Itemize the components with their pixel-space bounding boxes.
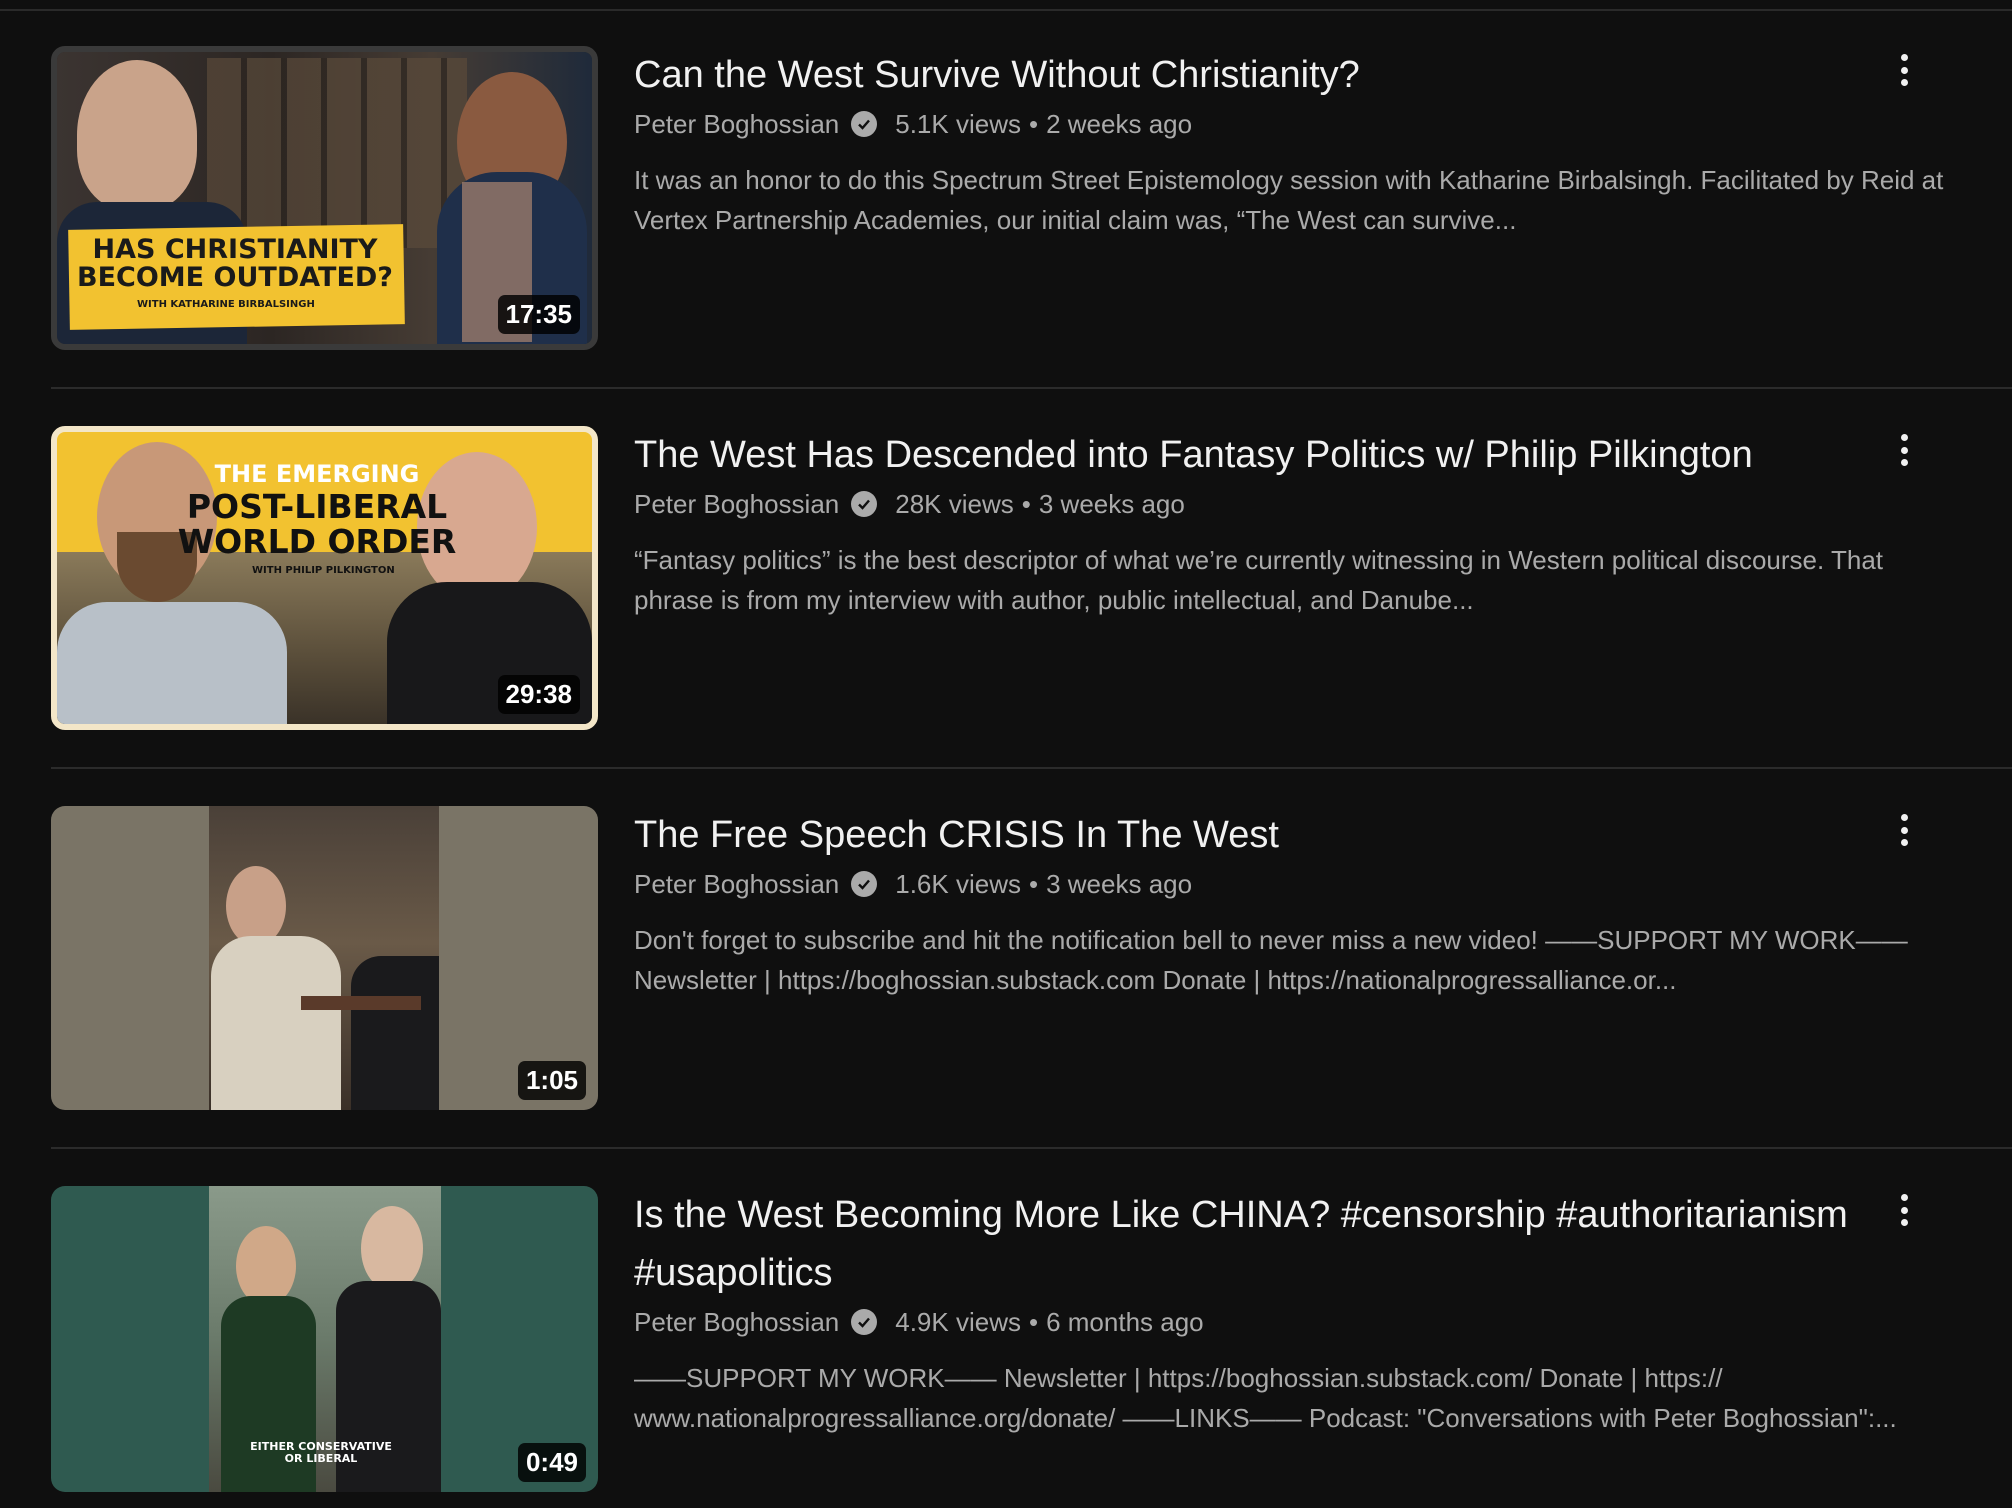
channel-name[interactable]: Peter Boghossian [634, 1302, 839, 1342]
thumbnail-caption: HAS CHRISTIANITY BECOME OUTDATED? [77, 234, 393, 294]
video-info: The West Has Descended into Fantasy Poli… [634, 426, 1994, 620]
video-thumbnail[interactable]: HAS CHRISTIANITY BECOME OUTDATED? WITH K… [51, 46, 598, 350]
thumbnail-caption: POST-LIBERAL WORLD ORDER [177, 487, 457, 561]
channel-name[interactable]: Peter Boghossian [634, 104, 839, 144]
upload-age: 3 weeks ago [1046, 869, 1193, 899]
row-divider [51, 387, 2012, 389]
video-meta: Peter Boghossian 28K views • 3 weeks ago [634, 484, 1994, 524]
video-info: Can the West Survive Without Christianit… [634, 46, 1994, 240]
thumbnail-caption-top: THE EMERGING [214, 460, 420, 488]
video-meta: Peter Boghossian 5.1K views • 2 weeks ag… [634, 104, 1994, 144]
verified-check-icon [851, 871, 878, 897]
video-duration: 0:49 [517, 1443, 586, 1482]
more-vertical-icon[interactable] [1889, 808, 1919, 852]
upload-age: 3 weeks ago [1038, 489, 1185, 519]
upload-age: 6 months ago [1046, 1307, 1204, 1337]
separator-dot: • [1028, 869, 1039, 899]
video-title[interactable]: The West Has Descended into Fantasy Poli… [634, 426, 1894, 484]
thumbnail-subcaption: WITH PHILIP PILKINGTON [252, 565, 395, 576]
channel-name[interactable]: Peter Boghossian [634, 864, 839, 904]
view-count: 4.9K views [895, 1307, 1021, 1337]
channel-name[interactable]: Peter Boghossian [634, 484, 839, 524]
video-meta: Peter Boghossian 1.6K views • 3 weeks ag… [634, 864, 1994, 904]
video-meta: Peter Boghossian 4.9K views • 6 months a… [634, 1302, 1994, 1342]
video-description: It was an honor to do this Spectrum Stre… [634, 165, 1944, 235]
row-divider [51, 767, 2012, 769]
video-duration: 29:38 [497, 675, 580, 714]
video-duration: 1:05 [517, 1061, 586, 1100]
video-duration: 17:35 [497, 295, 580, 334]
video-description: “Fantasy politics” is the best descripto… [634, 545, 1884, 615]
top-divider [0, 9, 2012, 11]
video-info: The Free Speech CRISIS In The West Peter… [634, 806, 1994, 1000]
more-vertical-icon[interactable] [1889, 1188, 1919, 1232]
verified-check-icon [851, 491, 878, 517]
separator-dot: • [1028, 1307, 1039, 1337]
video-thumbnail[interactable]: 1:05 [51, 806, 598, 1110]
thumbnail-subcaption: WITH KATHARINE BIRBALSINGH [137, 299, 315, 310]
view-count: 28K views [895, 489, 1014, 519]
separator-dot: • [1028, 109, 1039, 139]
video-title[interactable]: Can the West Survive Without Christianit… [634, 46, 1894, 104]
verified-check-icon [851, 1309, 878, 1335]
video-title[interactable]: Is the West Becoming More Like CHINA? #c… [634, 1186, 1894, 1302]
more-vertical-icon[interactable] [1889, 48, 1919, 92]
more-vertical-icon[interactable] [1889, 428, 1919, 472]
video-description: Don't forget to subscribe and hit the no… [634, 925, 1908, 995]
video-thumbnail[interactable]: THE EMERGING POST-LIBERAL WORLD ORDER WI… [51, 426, 598, 730]
video-description: ——SUPPORT MY WORK—— Newsletter | https:/… [634, 1363, 1897, 1433]
video-thumbnail[interactable]: EITHER CONSERVATIVE OR LIBERAL 0:49 [51, 1186, 598, 1492]
upload-age: 2 weeks ago [1046, 109, 1193, 139]
verified-check-icon [851, 111, 878, 137]
row-divider [51, 1147, 2012, 1149]
video-info: Is the West Becoming More Like CHINA? #c… [634, 1186, 1994, 1438]
view-count: 1.6K views [895, 869, 1021, 899]
video-title[interactable]: The Free Speech CRISIS In The West [634, 806, 1894, 864]
view-count: 5.1K views [895, 109, 1021, 139]
separator-dot: • [1021, 489, 1031, 519]
thumbnail-caption: EITHER CONSERVATIVE OR LIBERAL [250, 1440, 392, 1465]
